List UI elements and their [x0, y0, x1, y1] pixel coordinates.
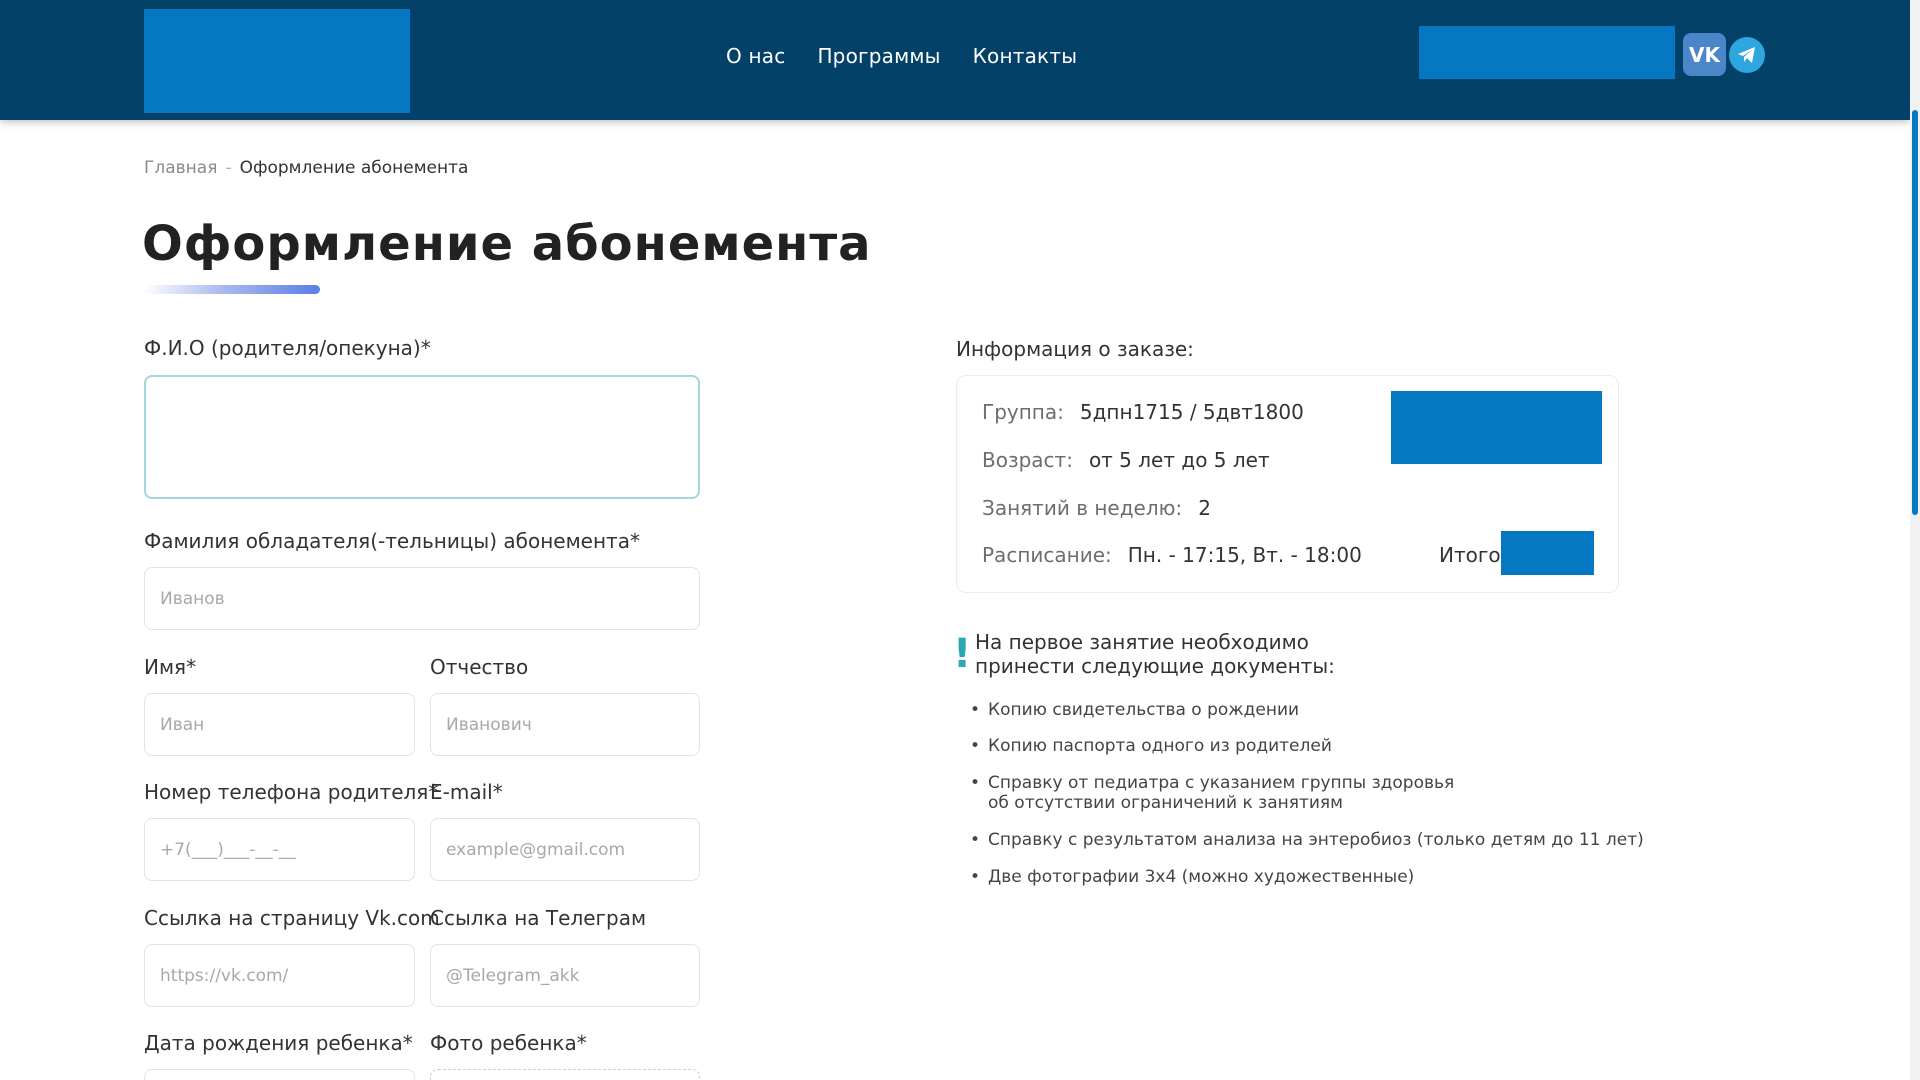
group-key: Группа:	[982, 400, 1064, 424]
document-text: Копию паспорта одного из родителей	[988, 736, 1332, 756]
notice-text: На первое занятие необходимо принести сл…	[975, 630, 1335, 678]
document-text: об отсутствии ограничений к занятиям	[988, 793, 1343, 813]
document-text: Две фотографии 3х4 (можно художественные…	[988, 867, 1415, 887]
birthdate-label: Дата рождения ребенка*	[144, 1031, 413, 1055]
first-name-input[interactable]: Иван	[144, 693, 415, 756]
nav-programs[interactable]: Программы	[817, 44, 940, 74]
list-item: Две фотографии 3х4 (можно художественные…	[970, 867, 1414, 887]
info-row-age: Возраст: от 5 лет до 5 лет	[982, 448, 1270, 472]
telegram-plane-glyph	[1738, 47, 1755, 63]
nav-contacts[interactable]: Контакты	[973, 44, 1078, 74]
scrollbar-thumb[interactable]	[1912, 110, 1918, 515]
patronymic-input[interactable]: Иванович	[430, 693, 700, 756]
photo-upload[interactable]	[430, 1069, 700, 1080]
site-logo[interactable]	[144, 9, 410, 113]
vk-link-input[interactable]: https://vk.com/	[144, 944, 415, 1007]
info-row-group: Группа: 5дпн1715 / 5двт1800	[982, 400, 1304, 424]
document-text: Справку от педиатра с указанием группы з…	[988, 773, 1455, 793]
list-item: Справку от педиатра с указанием группы з…	[970, 773, 1454, 793]
phone-label: Номер телефона родителя*	[144, 780, 439, 804]
email-label: E-mail*	[430, 780, 503, 804]
total-label: Итого:	[1439, 543, 1508, 567]
breadcrumb-home[interactable]: Главная	[144, 158, 217, 178]
header-contact-block[interactable]	[1419, 26, 1675, 79]
vk-icon-label: VK	[1689, 42, 1720, 67]
vk-icon[interactable]: VK	[1683, 33, 1726, 76]
per-week-value: 2	[1198, 496, 1211, 520]
guardian-name-label: Ф.И.О (родителя/опекуна)*	[144, 336, 431, 360]
surname-label: Фамилия обладателя(-тельницы) абонемента…	[144, 529, 640, 553]
telegram-link-label: Ссылка на Телеграм	[430, 906, 647, 930]
schedule-value: Пн. - 17:15, Вт. - 18:00	[1127, 543, 1362, 567]
list-item-continuation: об отсутствии ограничений к занятиям	[970, 793, 1343, 813]
photo-label: Фото ребенка*	[430, 1031, 587, 1055]
schedule-key: Расписание:	[982, 543, 1112, 567]
breadcrumb: Главная - Оформление абонемента	[144, 158, 468, 178]
info-row-per-week: Занятий в неделю: 2	[982, 496, 1211, 520]
list-item: Копию свидетельства о рождении	[970, 700, 1299, 720]
order-info-title: Информация о заказе:	[956, 337, 1194, 361]
list-item: Справку с результатом анализа на энтероб…	[970, 830, 1644, 850]
vk-link-label: Ссылка на страницу Vk.com	[144, 906, 440, 930]
patronymic-label: Отчество	[430, 655, 529, 679]
main-nav: О нас Программы Контакты	[726, 44, 1077, 74]
age-key: Возраст:	[982, 448, 1073, 472]
email-input[interactable]: example@gmail.com	[430, 818, 700, 881]
list-item: Копию паспорта одного из родителей	[970, 736, 1332, 756]
first-name-label: Имя*	[144, 655, 197, 679]
document-text: Справку с результатом анализа на энтероб…	[988, 830, 1644, 850]
surname-input[interactable]: Иванов	[144, 567, 700, 630]
notice-exclamation-icon: !	[953, 631, 972, 677]
breadcrumb-separator: -	[225, 158, 232, 178]
nav-about[interactable]: О нас	[726, 44, 785, 74]
phone-input[interactable]: +7(___)___-__-__	[144, 818, 415, 881]
total-price-box	[1501, 531, 1594, 575]
group-value: 5дпн1715 / 5двт1800	[1079, 400, 1304, 424]
per-week-key: Занятий в неделю:	[982, 496, 1183, 520]
guardian-name-textarea[interactable]	[144, 375, 700, 499]
telegram-link-input[interactable]: @Telegram_akk	[430, 944, 700, 1007]
program-image	[1391, 391, 1602, 464]
page-title: Оформление абонемента	[142, 216, 872, 272]
title-underline	[144, 285, 320, 294]
document-text: Копию свидетельства о рождении	[988, 700, 1300, 720]
info-row-schedule: Расписание: Пн. - 17:15, Вт. - 18:00	[982, 543, 1362, 567]
breadcrumb-current: Оформление абонемента	[239, 158, 469, 178]
birthdate-input[interactable]	[144, 1069, 415, 1080]
age-value: от 5 лет до 5 лет	[1088, 448, 1270, 472]
telegram-icon[interactable]	[1729, 37, 1765, 73]
